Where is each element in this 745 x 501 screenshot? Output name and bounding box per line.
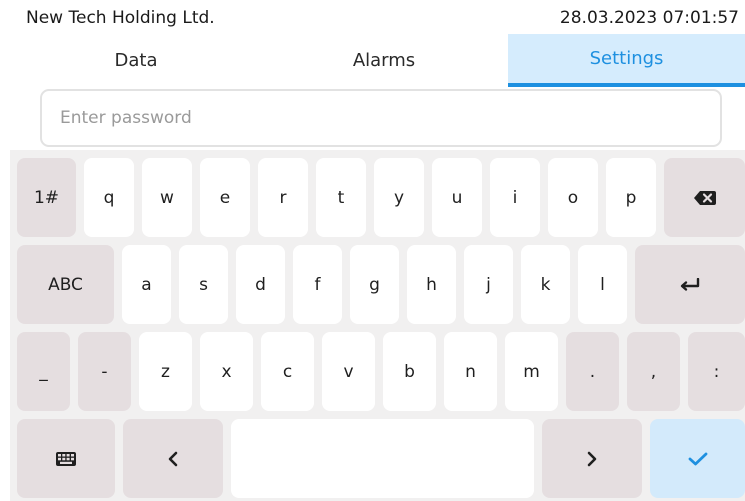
cursor-right-key[interactable] <box>542 419 642 498</box>
key-q[interactable]: q <box>84 158 134 237</box>
key-w[interactable]: w <box>142 158 192 237</box>
on-screen-keyboard: 1# q w e r t y u i o p ABC a s d f g h j… <box>10 150 745 501</box>
key-m[interactable]: m <box>505 332 558 411</box>
chevron-left-icon <box>168 451 178 467</box>
space-key[interactable] <box>231 419 534 498</box>
key-u[interactable]: u <box>432 158 482 237</box>
key-hyphen[interactable]: - <box>78 332 131 411</box>
key-e[interactable]: e <box>200 158 250 237</box>
backspace-icon <box>693 190 716 205</box>
key-o[interactable]: o <box>548 158 598 237</box>
password-input[interactable] <box>40 89 722 147</box>
key-symbols[interactable]: 1# <box>17 158 76 237</box>
key-z[interactable]: z <box>139 332 192 411</box>
key-n[interactable]: n <box>444 332 497 411</box>
key-abc[interactable]: ABC <box>17 245 114 324</box>
enter-key[interactable] <box>635 245 745 324</box>
key-j[interactable]: j <box>464 245 513 324</box>
key-v[interactable]: v <box>322 332 375 411</box>
chevron-right-icon <box>587 451 597 467</box>
key-r[interactable]: r <box>258 158 308 237</box>
tab-alarms[interactable]: Alarms <box>260 34 508 87</box>
key-x[interactable]: x <box>200 332 253 411</box>
cursor-left-key[interactable] <box>123 419 223 498</box>
key-y[interactable]: y <box>374 158 424 237</box>
key-f[interactable]: f <box>293 245 342 324</box>
backspace-key[interactable] <box>664 158 745 237</box>
key-t[interactable]: t <box>316 158 366 237</box>
checkmark-icon <box>688 452 708 466</box>
key-g[interactable]: g <box>350 245 399 324</box>
key-underscore[interactable]: _ <box>17 332 70 411</box>
key-d[interactable]: d <box>236 245 285 324</box>
key-a[interactable]: a <box>122 245 171 324</box>
key-s[interactable]: s <box>179 245 228 324</box>
datetime-display: 28.03.2023 07:01:57 <box>559 8 739 28</box>
key-l[interactable]: l <box>578 245 627 324</box>
key-p[interactable]: p <box>606 158 656 237</box>
key-colon[interactable]: : <box>688 332 745 411</box>
company-name: New Tech Holding Ltd. <box>26 8 215 28</box>
status-bar: New Tech Holding Ltd. 28.03.2023 07:01:5… <box>0 0 745 34</box>
key-k[interactable]: k <box>521 245 570 324</box>
key-i[interactable]: i <box>490 158 540 237</box>
key-h[interactable]: h <box>407 245 456 324</box>
key-c[interactable]: c <box>261 332 314 411</box>
confirm-key[interactable] <box>650 419 745 498</box>
key-comma[interactable]: , <box>627 332 680 411</box>
tab-settings[interactable]: Settings <box>508 34 745 87</box>
keyboard-toggle-key[interactable] <box>17 419 115 498</box>
tab-bar: Data Alarms Settings <box>12 34 745 87</box>
enter-icon <box>679 277 701 292</box>
keyboard-icon <box>56 451 76 466</box>
tab-data[interactable]: Data <box>12 34 260 87</box>
key-b[interactable]: b <box>383 332 436 411</box>
key-period[interactable]: . <box>566 332 619 411</box>
